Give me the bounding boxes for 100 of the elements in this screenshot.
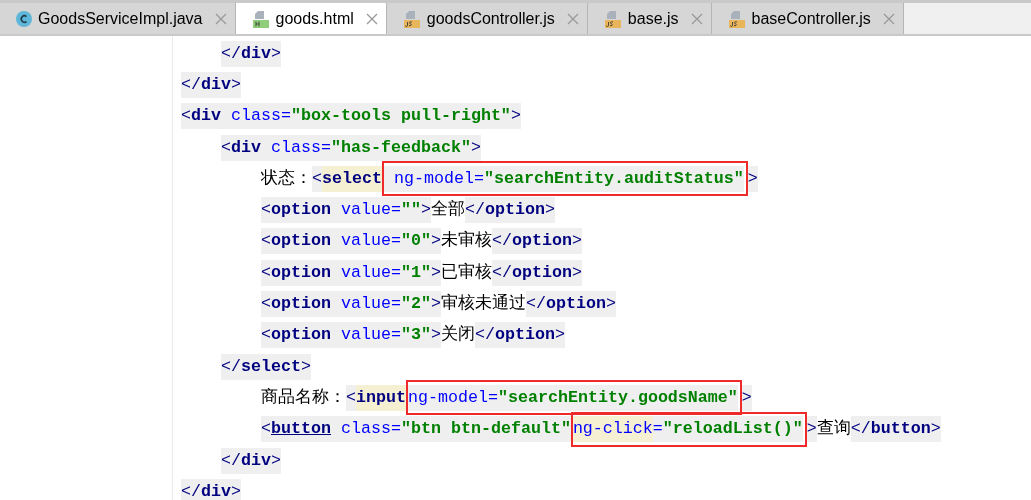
- code-token: >: [430, 322, 441, 349]
- code-token: </: [850, 416, 871, 443]
- code-token: <: [261, 291, 271, 317]
- code-token: "btn btn-default": [400, 416, 571, 443]
- code-token: "0": [400, 228, 431, 255]
- code-token: <: [261, 197, 271, 224]
- code-token: >: [571, 228, 582, 255]
- code-token: >: [510, 103, 521, 130]
- code-token: "box-tools pull-right": [290, 103, 511, 130]
- code-token: >: [271, 447, 281, 474]
- close-icon[interactable]: [882, 12, 895, 25]
- code-token: value=: [331, 228, 401, 255]
- code-token: </: [221, 353, 241, 380]
- code-token: option: [271, 322, 331, 349]
- code-token: >: [554, 322, 565, 349]
- code-token: ng-click: [572, 416, 653, 443]
- code-token: </: [491, 228, 512, 255]
- code-token: 查询: [816, 418, 851, 441]
- code-token: >: [605, 291, 616, 317]
- code-token: select: [322, 165, 382, 192]
- code-token: </: [464, 197, 485, 224]
- code-token: option: [511, 228, 572, 255]
- code-token: =: [652, 416, 663, 443]
- code-token: "searchEntity.goodsName": [497, 384, 738, 411]
- code-token: </: [181, 478, 201, 500]
- code-token: </: [491, 259, 512, 286]
- tab-label: baseController.js: [751, 8, 871, 29]
- code-token: 已审核: [440, 261, 492, 284]
- editor-tab[interactable]: goodsController.js: [386, 3, 588, 34]
- code-token: div: [201, 71, 231, 98]
- code-token: class=: [221, 103, 291, 130]
- code-token: class=: [331, 416, 401, 443]
- code-token: >: [930, 416, 941, 443]
- code-token: >: [430, 259, 441, 286]
- code-token: button: [870, 416, 931, 443]
- code-token: "has-feedback": [330, 134, 471, 161]
- code-token: <: [312, 165, 322, 192]
- file-icon: [402, 9, 421, 28]
- code-token: option: [271, 259, 331, 286]
- code-token: <: [181, 103, 191, 130]
- code-token: "1": [400, 259, 431, 286]
- code-token: <: [261, 228, 271, 255]
- code-token: 商品名称：: [261, 386, 346, 409]
- code-token: input: [356, 384, 406, 411]
- tab-label: GoodsServiceImpl.java: [38, 8, 203, 29]
- code-token: >: [747, 165, 758, 192]
- code-token: "2": [400, 291, 431, 317]
- code-token: >: [420, 197, 431, 224]
- tab-label: goods.html: [275, 8, 354, 29]
- code-token: option: [511, 259, 572, 286]
- code-token: >: [271, 40, 281, 67]
- code-token: >: [571, 259, 582, 286]
- code-token: select: [241, 353, 301, 380]
- close-icon[interactable]: [365, 12, 378, 25]
- code-token: 状态：: [261, 167, 312, 190]
- code-token: "searchEntity.auditStatus": [483, 165, 744, 192]
- code-token: <: [221, 134, 231, 161]
- close-icon[interactable]: [214, 12, 227, 25]
- code-token: <: [261, 322, 271, 349]
- class-icon: [16, 10, 32, 27]
- close-icon[interactable]: [690, 12, 703, 25]
- code-token: </: [221, 447, 241, 474]
- editor-tab[interactable]: baseController.js: [711, 3, 904, 34]
- code-token: option: [271, 197, 331, 224]
- file-icon: [251, 9, 270, 28]
- code-token: <: [261, 259, 271, 286]
- code-token: >: [231, 478, 241, 500]
- code-token: 未审核: [440, 229, 492, 253]
- code-token: >: [741, 384, 752, 411]
- code-token: value=: [331, 197, 401, 224]
- editor-tab[interactable]: base.js: [587, 3, 712, 34]
- code-token: value=: [331, 291, 401, 317]
- code-token: option: [271, 228, 331, 255]
- code-token: >: [470, 134, 481, 161]
- code-token: >: [806, 416, 817, 443]
- editor-tab[interactable]: GoodsServiceImpl.java: [0, 3, 236, 34]
- code-token: >: [301, 353, 311, 380]
- code-token: "reloadList()": [662, 416, 803, 443]
- code-token: >: [544, 197, 555, 224]
- code-token: 审核未通过: [440, 292, 526, 315]
- code-token: div: [191, 103, 221, 130]
- code-token: ng-model=: [408, 384, 498, 411]
- code-token: 关闭: [440, 324, 475, 347]
- close-icon[interactable]: [566, 12, 579, 25]
- code-token: "": [400, 197, 421, 224]
- editor-tab[interactable]: goods.html: [235, 3, 387, 34]
- code-token: button: [271, 416, 331, 443]
- code-token: <: [346, 384, 356, 411]
- tab-label: base.js: [627, 8, 679, 29]
- file-icon: [603, 9, 622, 28]
- code-token: div: [241, 447, 271, 474]
- code-token: >: [231, 71, 241, 98]
- code-token: value=: [331, 259, 401, 286]
- code-token: div: [241, 40, 271, 67]
- code-token: option: [484, 197, 545, 224]
- code-token: value=: [331, 322, 401, 349]
- code-token: ng-model=: [384, 165, 484, 192]
- code-token: div: [201, 478, 231, 500]
- code-token: </: [221, 40, 241, 67]
- code-token: "3": [400, 322, 431, 349]
